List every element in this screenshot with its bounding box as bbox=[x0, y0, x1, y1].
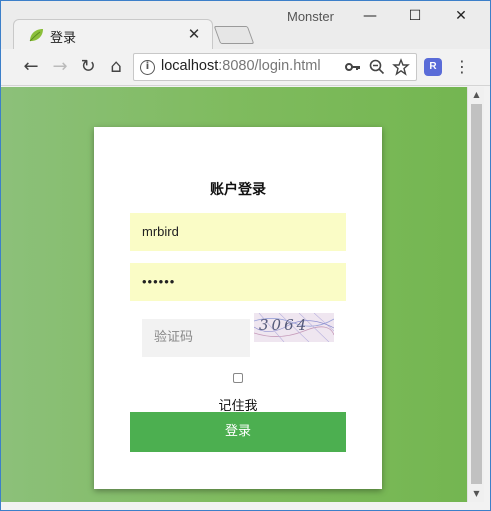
minimize-button[interactable]: — bbox=[347, 1, 393, 31]
reload-icon[interactable]: ↻ bbox=[76, 55, 100, 79]
browser-window: 登录 ✕ Monster — ☐ ✕ ← → ↻ ⌂ i localhost:8… bbox=[0, 0, 491, 511]
browser-toolbar: ← → ↻ ⌂ i localhost:8080/login.html R ⋮ bbox=[1, 49, 490, 86]
tab-title: 登录 bbox=[50, 31, 77, 46]
title-bar: 登录 ✕ Monster — ☐ ✕ bbox=[1, 1, 490, 49]
home-icon[interactable]: ⌂ bbox=[104, 55, 128, 79]
address-bar[interactable]: i localhost:8080/login.html bbox=[133, 53, 417, 81]
captcha-image[interactable]: 3064 bbox=[254, 313, 334, 342]
scroll-thumb[interactable] bbox=[471, 104, 482, 484]
spring-leaf-icon bbox=[29, 29, 43, 42]
window-bottom-edge bbox=[1, 502, 490, 510]
profile-name[interactable]: Monster bbox=[287, 9, 334, 24]
extension-icon[interactable]: R bbox=[424, 58, 442, 76]
star-icon[interactable] bbox=[392, 58, 410, 76]
username-field[interactable]: mrbird bbox=[130, 213, 346, 251]
login-card: 账户登录 mrbird •••••• 验证码 3064 记住我 登录 bbox=[94, 127, 382, 489]
info-icon[interactable]: i bbox=[140, 60, 155, 75]
captcha-text: 3064 bbox=[259, 316, 309, 334]
captcha-noise-graphic: 3064 bbox=[254, 313, 334, 342]
vertical-scrollbar[interactable]: ▲ ▼ bbox=[467, 87, 484, 502]
login-button[interactable]: 登录 bbox=[130, 412, 346, 452]
zoom-out-icon[interactable] bbox=[368, 58, 386, 76]
maximize-button[interactable]: ☐ bbox=[392, 1, 438, 31]
password-field[interactable]: •••••• bbox=[130, 263, 346, 301]
remember-me-checkbox[interactable] bbox=[233, 373, 243, 383]
key-icon[interactable] bbox=[344, 58, 362, 76]
new-tab-button[interactable] bbox=[213, 26, 255, 44]
page-title: 账户登录 bbox=[210, 182, 266, 198]
forward-arrow-icon[interactable]: → bbox=[48, 55, 72, 79]
captcha-input[interactable]: 验证码 bbox=[142, 319, 250, 357]
scroll-down-arrow-icon[interactable]: ▼ bbox=[468, 486, 485, 502]
page-viewport: 账户登录 mrbird •••••• 验证码 3064 记住我 登录 bbox=[1, 87, 467, 502]
browser-menu-icon[interactable]: ⋮ bbox=[453, 55, 471, 79]
tab-close-icon[interactable]: ✕ bbox=[186, 25, 202, 43]
back-arrow-icon[interactable]: ← bbox=[19, 55, 43, 79]
close-window-button[interactable]: ✕ bbox=[438, 1, 484, 31]
scroll-up-arrow-icon[interactable]: ▲ bbox=[468, 87, 485, 103]
active-tab[interactable]: 登录 ✕ bbox=[13, 19, 213, 49]
url-text[interactable]: localhost:8080/login.html bbox=[161, 58, 321, 74]
